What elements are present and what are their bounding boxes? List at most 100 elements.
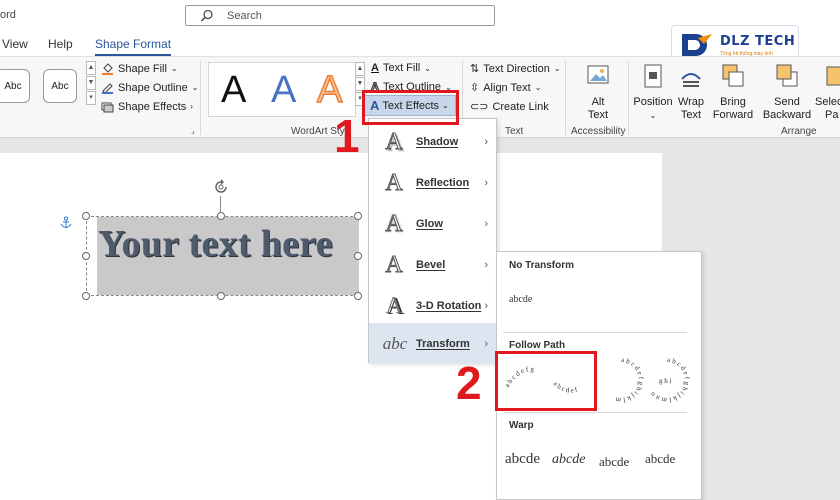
- resize-handle[interactable]: [82, 292, 90, 300]
- tab-shape-format[interactable]: Shape Format: [95, 37, 172, 56]
- shape-fill-label: Shape Fill: [118, 62, 167, 75]
- separator: [503, 332, 687, 333]
- tab-help[interactable]: Help: [48, 37, 73, 51]
- arrange-group-label: Arrange: [781, 126, 817, 137]
- resize-handle[interactable]: [217, 292, 225, 300]
- transform-icon: abc: [382, 333, 408, 353]
- alt-text-label-2: Text: [587, 109, 609, 121]
- scroll-up-icon[interactable]: ▲: [355, 62, 365, 76]
- menu-item-reflection[interactable]: A Reflection ›: [369, 162, 496, 203]
- wordart-style-black[interactable]: A: [221, 69, 246, 112]
- alt-text-icon: [587, 65, 609, 84]
- swatch-label: Abc: [4, 80, 22, 92]
- more-icon[interactable]: ▾: [86, 91, 96, 105]
- shape-effects-label: Shape Effects: [118, 100, 187, 113]
- group-divider: [200, 61, 201, 135]
- search-input[interactable]: Search: [185, 5, 495, 26]
- menu-item-3d-rotation[interactable]: A 3-D Rotation ›: [369, 285, 496, 326]
- swatch-label: Abc: [51, 80, 69, 92]
- send-label-2: Backward: [762, 109, 812, 121]
- search-placeholder: Search: [227, 10, 262, 22]
- bring-forward-button[interactable]: Bring Forward: [711, 61, 755, 122]
- create-link-label: Create Link: [492, 100, 549, 113]
- chevron-right-icon: ›: [484, 176, 488, 189]
- scroll-up-icon[interactable]: ▲: [86, 61, 96, 75]
- resize-handle[interactable]: [354, 252, 362, 260]
- bring-label-2: Forward: [712, 109, 754, 121]
- resize-handle[interactable]: [354, 292, 362, 300]
- chevron-right-icon: ›: [190, 102, 193, 111]
- pen-icon: [102, 83, 113, 94]
- menu-item-glow[interactable]: A Glow ›: [369, 203, 496, 244]
- follow-path-button-option[interactable]: a b c d e f g h i j k l m n o g h i: [643, 356, 691, 404]
- menu-item-label: Glow: [416, 217, 443, 230]
- chevron-right-icon: ›: [484, 135, 488, 148]
- wordart-style-blue[interactable]: A: [271, 69, 296, 112]
- shape-effects-button[interactable]: Shape Effects ›: [101, 100, 193, 113]
- step-2-highlight: [495, 351, 597, 411]
- send-label-1: Send: [774, 96, 800, 108]
- reflection-icon: A: [385, 169, 403, 196]
- follow-path-heading: Follow Path: [509, 340, 566, 351]
- warp-option[interactable]: abcde: [599, 454, 629, 470]
- resize-handle[interactable]: [354, 212, 362, 220]
- wordart-style-orange[interactable]: A: [316, 68, 343, 112]
- shape-outline-label: Shape Outline: [118, 81, 188, 94]
- shape-effects-icon: [101, 102, 114, 113]
- no-transform-heading: No Transform: [509, 260, 575, 271]
- menu-item-bevel[interactable]: A Bevel ›: [369, 244, 496, 285]
- shape-style-swatch-2[interactable]: Abc: [43, 69, 77, 103]
- link-icon: ⊂⊃: [470, 101, 489, 113]
- text-direction-button[interactable]: ⇅ Text Direction ⌄: [470, 62, 561, 76]
- shape-outline-button[interactable]: Shape Outline ⌄: [101, 81, 198, 94]
- scroll-down-icon[interactable]: ▼: [86, 76, 96, 90]
- shape-fill-button[interactable]: Shape Fill ⌄: [101, 62, 178, 75]
- chevron-down-icon: ⌄: [649, 111, 657, 120]
- chevron-right-icon: ›: [484, 258, 488, 271]
- tab-view[interactable]: View: [2, 37, 28, 51]
- align-text-label: Align Text: [483, 81, 531, 94]
- chevron-down-icon: ⌄: [553, 64, 561, 73]
- text-group-label: Text: [505, 126, 524, 137]
- resize-handle[interactable]: [82, 252, 90, 260]
- warp-option[interactable]: abcde: [645, 451, 675, 467]
- dialog-launcher-icon[interactable]: ⌟: [191, 126, 195, 135]
- position-icon: [644, 64, 662, 88]
- text-effects-menu: A Shadow › A Reflection › A Glow › A Bev…: [368, 118, 497, 364]
- step-1-number: 1: [334, 110, 360, 162]
- wordart-styles-gallery[interactable]: A A A: [208, 62, 356, 117]
- text-fill-icon: A: [371, 62, 379, 74]
- selection-pane-button[interactable]: Selec Pa: [815, 61, 840, 122]
- accessibility-group-label: Accessibility: [571, 126, 626, 137]
- send-backward-button[interactable]: Send Backward: [761, 61, 813, 122]
- align-text-icon: ⇳: [470, 82, 480, 94]
- alt-text-button[interactable]: Alt Text: [583, 61, 613, 122]
- follow-path-circle-option[interactable]: a b c d e f g h i j k l m: [597, 356, 645, 404]
- separator: [503, 412, 687, 413]
- wordart-text[interactable]: Your text here: [98, 222, 333, 266]
- alt-text-label-1: Alt: [591, 96, 605, 108]
- align-text-button[interactable]: ⇳ Align Text ⌄: [470, 81, 541, 95]
- menu-item-label: Reflection: [416, 176, 470, 189]
- menu-item-shadow[interactable]: A Shadow ›: [369, 121, 496, 162]
- chevron-down-icon: ⌄: [191, 83, 199, 92]
- resize-handle[interactable]: [82, 212, 90, 220]
- warp-option[interactable]: abcde: [505, 451, 540, 468]
- create-link-button[interactable]: ⊂⊃ Create Link: [470, 100, 549, 114]
- no-transform-option[interactable]: abcde: [509, 294, 532, 305]
- menu-item-label: Shadow: [416, 135, 459, 148]
- menu-item-label: Bevel: [416, 258, 446, 271]
- svg-text:a b c d e f g h i j k l m: a b c d e f g h i j k l m: [614, 356, 645, 404]
- scroll-down-icon[interactable]: ▼: [355, 77, 365, 91]
- position-button[interactable]: Position ⌄: [633, 61, 673, 122]
- resize-handle[interactable]: [217, 212, 225, 220]
- step-2-number: 2: [456, 357, 482, 409]
- wrap-text-icon: [681, 73, 701, 87]
- logo-text: DLZ TECH: [720, 34, 796, 49]
- wrap-text-button[interactable]: Wrap Text: [676, 61, 706, 122]
- shape-style-swatch-1[interactable]: Abc: [0, 69, 30, 103]
- text-fill-button[interactable]: A Text Fill ⌄: [371, 62, 431, 74]
- shape-styles-scroll[interactable]: ▲ ▼ ▾: [86, 61, 96, 106]
- rotate-handle-icon[interactable]: [212, 178, 230, 196]
- warp-option[interactable]: abcde: [552, 452, 585, 468]
